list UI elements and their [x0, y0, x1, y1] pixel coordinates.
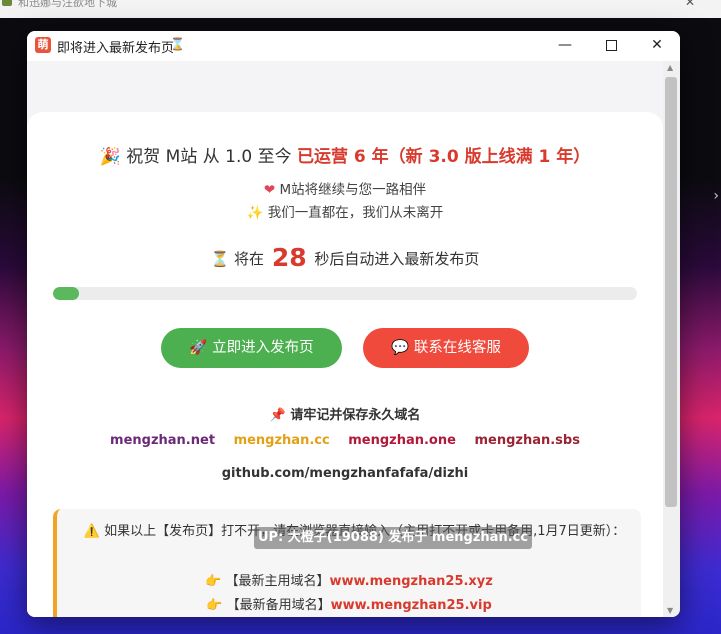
minimize-button[interactable]: — — [542, 31, 588, 61]
subtitle-companion: ❤ M站将继续与您一路相伴 — [27, 178, 663, 198]
headline: 🎉 祝贺 M站 从 1.0 至今 已运营 6 年（新 3.0 版上线满 1 年） — [27, 142, 663, 167]
domain-link[interactable]: mengzhan.one — [348, 433, 456, 448]
countdown-suffix: 秒后自动进入最新发布页 — [314, 250, 480, 268]
chevron-right-icon: › — [713, 188, 719, 204]
domain-link[interactable]: mengzhan.sbs — [474, 433, 580, 448]
main-domain-label: 【最新主用域名】 — [225, 574, 330, 589]
permanent-domains-heading: 📌 请牢记并保存永久域名 — [27, 404, 663, 423]
party-popper-icon: 🎉 — [99, 147, 121, 167]
subtitle-always-here: ✨ 我们一直都在，我们从未离开 — [27, 201, 663, 221]
close-button[interactable]: ✕ — [634, 31, 680, 61]
scrollbar-thumb[interactable] — [665, 77, 677, 507]
pointing-hand-icon: 👉 — [206, 598, 223, 613]
vertical-scrollbar[interactable]: ▲ ▼ — [663, 61, 680, 617]
main-domain-line: 👉 【最新主用域名】www.mengzhan25.xyz — [57, 570, 641, 589]
headline-highlight: 已运营 6 年（新 3.0 版上线满 1 年） — [297, 147, 591, 167]
uploader-watermark-caption: UP: 大橙子(19088) 发布于 mengzhan.cc — [254, 527, 532, 549]
main-domain-link[interactable]: www.mengzhan25.xyz — [329, 574, 492, 589]
subtitle-companion-text: M站将继续与您一路相伴 — [279, 182, 427, 198]
backup-domain-label: 【最新备用域名】 — [226, 598, 331, 613]
app-icon: 萌 — [35, 37, 51, 53]
domain-link[interactable]: mengzhan.net — [110, 433, 215, 448]
maximize-button[interactable] — [588, 31, 634, 61]
countdown-progress-bar — [53, 287, 637, 300]
contact-support-button[interactable]: 💬 联系在线客服 — [363, 328, 529, 368]
warning-icon: ⚠️ — [83, 524, 100, 539]
window-title: 即将进入最新发布页 — [57, 41, 175, 56]
background-close-icon[interactable]: ✕ — [685, 0, 695, 8]
backup-domain-line: 👉 【最新备用域名】www.mengzhan25.vip — [57, 594, 641, 613]
countdown-seconds: 28 — [271, 243, 307, 272]
fallback-notice: ⚠️ 如果以上【发布页】打不开，请在浏览器直接输入（主用打不开或卡用备用,1月7… — [53, 509, 641, 617]
domain-list: mengzhan.net mengzhan.cc mengzhan.one me… — [27, 433, 663, 448]
maximize-icon — [605, 39, 617, 51]
enter-release-page-button[interactable]: 🚀 立即进入发布页 — [161, 328, 342, 368]
background-app-icon — [2, 0, 12, 6]
scroll-up-icon[interactable]: ▲ — [667, 63, 673, 72]
domain-link[interactable]: mengzhan.cc — [234, 433, 330, 448]
sparkle-icon: ✨ — [246, 205, 264, 221]
countdown-text: ⏳ 将在 28 秒后自动进入最新发布页 — [27, 243, 663, 272]
pushpin-icon: 📌 — [269, 408, 286, 423]
heart-icon: ❤ — [263, 182, 276, 198]
titlebar: 萌 即将进入最新发布页 ⌛ — ✕ — [27, 31, 680, 61]
countdown-progress-fill — [53, 287, 80, 300]
pointing-hand-icon: 👉 — [205, 574, 222, 589]
github-link[interactable]: github.com/mengzhanfafafa/dizhi — [27, 466, 663, 481]
hourglass-icon: ⌛ — [170, 37, 185, 51]
hourglass-icon: ⏳ — [210, 250, 230, 268]
background-window-titlebar: 和迅娜与注欲地下城 ✕ — [0, 0, 721, 18]
headline-prefix: 祝贺 M站 从 1.0 至今 — [126, 147, 292, 167]
scroll-down-icon[interactable]: ▼ — [667, 606, 673, 615]
countdown-prefix: 将在 — [234, 250, 265, 268]
permanent-domains-label: 请牢记并保存永久域名 — [290, 408, 421, 423]
subtitle-always-here-text: 我们一直都在，我们从未离开 — [267, 205, 444, 221]
background-window-title: 和迅娜与注欲地下城 — [18, 0, 117, 9]
backup-domain-link[interactable]: www.mengzhan25.vip — [331, 598, 492, 613]
